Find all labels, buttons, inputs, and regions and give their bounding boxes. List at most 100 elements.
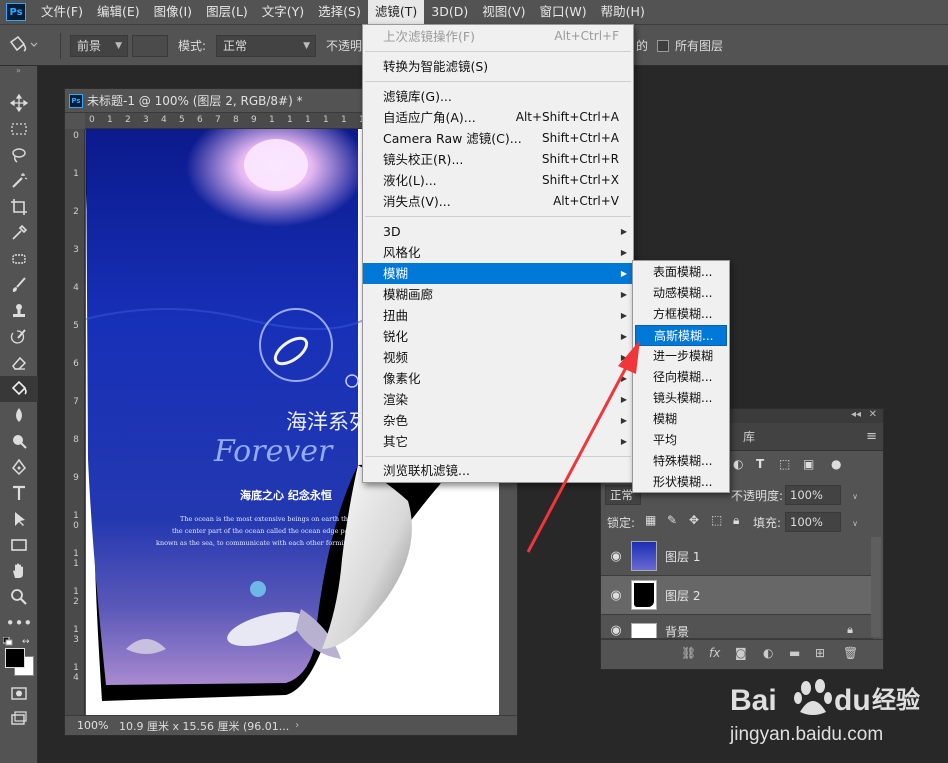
close-panel-icon[interactable]: ✕: [869, 409, 877, 420]
menu-item-liquify[interactable]: 液化(L)... Shift+Ctrl+X: [363, 170, 633, 191]
layer-opacity-input[interactable]: 100% ∨: [785, 485, 858, 505]
eraser-tool-icon[interactable]: [0, 350, 38, 376]
magic-wand-tool-icon[interactable]: [0, 168, 38, 194]
layer-name[interactable]: 图层 1: [665, 548, 700, 565]
menu-item-lens-correction[interactable]: 镜头校正(R)... Shift+Ctrl+R: [363, 149, 633, 170]
collapse-panel-icon[interactable]: ◂◂: [851, 409, 861, 420]
crop-tool-icon[interactable]: [0, 194, 38, 220]
menu-3d[interactable]: 3D(D): [424, 0, 475, 24]
history-brush-tool-icon[interactable]: [0, 324, 38, 350]
menu-select[interactable]: 选择(S): [311, 0, 368, 24]
screen-mode-icon[interactable]: [0, 706, 38, 732]
menu-item-convert-smart-filter[interactable]: 转换为智能滤镜(S): [363, 56, 633, 77]
menu-item-blur[interactable]: 模糊 ▶: [363, 263, 633, 284]
add-mask-icon[interactable]: ◙: [735, 646, 747, 660]
menu-image[interactable]: 图像(I): [147, 0, 199, 24]
hand-tool-icon[interactable]: [0, 558, 38, 584]
swap-colors-icon[interactable]: ↔: [22, 637, 30, 647]
submenu-item-gaussian-blur[interactable]: 高斯模糊...: [635, 325, 727, 346]
zoom-level[interactable]: 100%: [65, 719, 113, 732]
layer-name[interactable]: 图层 2: [665, 587, 700, 604]
new-group-icon[interactable]: ▬: [789, 646, 800, 660]
menu-window[interactable]: 窗口(W): [533, 0, 594, 24]
menu-item-distort[interactable]: 扭曲 ▶: [363, 305, 633, 326]
chevron-down-icon[interactable]: ∨: [852, 488, 858, 506]
vertical-ruler[interactable]: 0 1 2 3 4 5 6 7 8 9 1 0 1 1 1 2 1 3 1 4: [65, 129, 85, 715]
chevron-down-icon[interactable]: ∨: [852, 515, 858, 533]
menu-item-render[interactable]: 渲染 ▶: [363, 389, 633, 410]
panel-collapse-icon[interactable]: »: [0, 66, 37, 78]
zoom-tool-icon[interactable]: [0, 584, 38, 610]
menu-type[interactable]: 文字(Y): [255, 0, 311, 24]
fx-icon[interactable]: fx: [709, 646, 720, 660]
menu-item-stylize[interactable]: 风格化 ▶: [363, 242, 633, 263]
filter-shape-icon[interactable]: ⬚: [779, 457, 790, 471]
marquee-tool-icon[interactable]: [0, 116, 38, 142]
layer-row-layer-1[interactable]: ◉ 图层 1: [601, 537, 873, 576]
adjustment-layer-icon[interactable]: ◐: [763, 646, 773, 660]
visibility-eye-icon[interactable]: ◉: [601, 588, 631, 603]
menu-help[interactable]: 帮助(H): [594, 0, 652, 24]
all-layers-checkbox[interactable]: [657, 40, 669, 52]
submenu-item-motion-blur[interactable]: 动感模糊...: [633, 283, 729, 304]
paint-bucket-preset-icon[interactable]: [6, 34, 40, 56]
status-chevron-icon[interactable]: ›: [295, 720, 299, 731]
filter-toggle-icon[interactable]: ●: [831, 457, 841, 471]
brush-tool-icon[interactable]: [0, 272, 38, 298]
dodge-tool-icon[interactable]: [0, 428, 38, 454]
menu-item-other[interactable]: 其它 ▶: [363, 431, 633, 452]
more-tools-icon[interactable]: •••: [0, 610, 38, 636]
filter-adjustment-icon[interactable]: ◐: [733, 457, 743, 471]
menu-item-last-filter[interactable]: 上次滤镜操作(F) Alt+Ctrl+F: [363, 26, 633, 47]
menu-item-blur-gallery[interactable]: 模糊画廊 ▶: [363, 284, 633, 305]
rectangle-tool-icon[interactable]: [0, 532, 38, 558]
layer-fill-input[interactable]: 100% ∨: [785, 512, 858, 532]
menu-item-sharpen[interactable]: 锐化 ▶: [363, 326, 633, 347]
type-tool-icon[interactable]: [0, 480, 38, 506]
blur-tool-icon[interactable]: [0, 402, 38, 428]
layer-row-layer-2[interactable]: ◉ 图层 2: [601, 576, 873, 615]
layers-scrollbar[interactable]: [871, 537, 881, 637]
menu-item-noise[interactable]: 杂色 ▶: [363, 410, 633, 431]
lock-artboard-icon[interactable]: ⬚: [711, 513, 722, 527]
menu-item-camera-raw[interactable]: Camera Raw 滤镜(C)... Shift+Ctrl+A: [363, 128, 633, 149]
eyedropper-tool-icon[interactable]: [0, 220, 38, 246]
submenu-item-lens-blur[interactable]: 镜头模糊...: [633, 388, 729, 409]
submenu-item-shape-blur[interactable]: 形状模糊...: [633, 472, 729, 493]
menu-file[interactable]: 文件(F): [34, 0, 90, 24]
filter-type-icon[interactable]: T: [756, 457, 764, 471]
visibility-eye-icon[interactable]: ◉: [601, 549, 631, 564]
default-colors-icon[interactable]: [2, 636, 13, 646]
clone-stamp-tool-icon[interactable]: [0, 298, 38, 324]
move-tool-icon[interactable]: [0, 90, 38, 116]
blend-mode-select[interactable]: 正常 ▼: [216, 35, 316, 57]
submenu-item-blur-more[interactable]: 进一步模糊: [633, 346, 729, 367]
menu-edit[interactable]: 编辑(E): [90, 0, 147, 24]
submenu-item-average[interactable]: 平均: [633, 430, 729, 451]
layer-name[interactable]: 背景: [665, 623, 689, 638]
menu-item-browse-online-filters[interactable]: 浏览联机滤镜...: [363, 460, 633, 481]
menu-item-filter-gallery[interactable]: 滤镜库(G)...: [363, 86, 633, 107]
menu-item-3d[interactable]: 3D ▶: [363, 221, 633, 242]
pattern-picker[interactable]: [132, 35, 168, 57]
menu-item-adaptive-wide-angle[interactable]: 自适应广角(A)... Alt+Shift+Ctrl+A: [363, 107, 633, 128]
lock-position-icon[interactable]: ✥: [689, 513, 699, 527]
pen-tool-icon[interactable]: [0, 454, 38, 480]
document-size-info[interactable]: 10.9 厘米 x 15.56 厘米 (96.01...: [113, 718, 289, 734]
new-layer-icon[interactable]: ⊞: [815, 646, 825, 660]
menu-layer[interactable]: 图层(L): [199, 0, 255, 24]
filter-smart-object-icon[interactable]: ▣: [803, 457, 814, 471]
quick-mask-icon[interactable]: [0, 680, 38, 706]
fill-source-select[interactable]: 前景 ▼: [70, 35, 128, 57]
submenu-item-radial-blur[interactable]: 径向模糊...: [633, 367, 729, 388]
path-selection-tool-icon[interactable]: [0, 506, 38, 532]
menu-filter[interactable]: 滤镜(T): [367, 0, 425, 24]
healing-brush-tool-icon[interactable]: [0, 246, 38, 272]
lock-all-icon[interactable]: 🔒︎: [733, 513, 739, 528]
color-swatches[interactable]: ↔: [0, 636, 38, 680]
tab-library[interactable]: 库: [743, 423, 755, 451]
menu-item-vanishing-point[interactable]: 消失点(V)... Alt+Ctrl+V: [363, 191, 633, 212]
layer-row-background[interactable]: ◉ 背景 🔒︎: [601, 615, 873, 639]
trash-icon[interactable]: 🗑︎: [843, 646, 858, 660]
submenu-item-surface-blur[interactable]: 表面模糊...: [633, 262, 729, 283]
